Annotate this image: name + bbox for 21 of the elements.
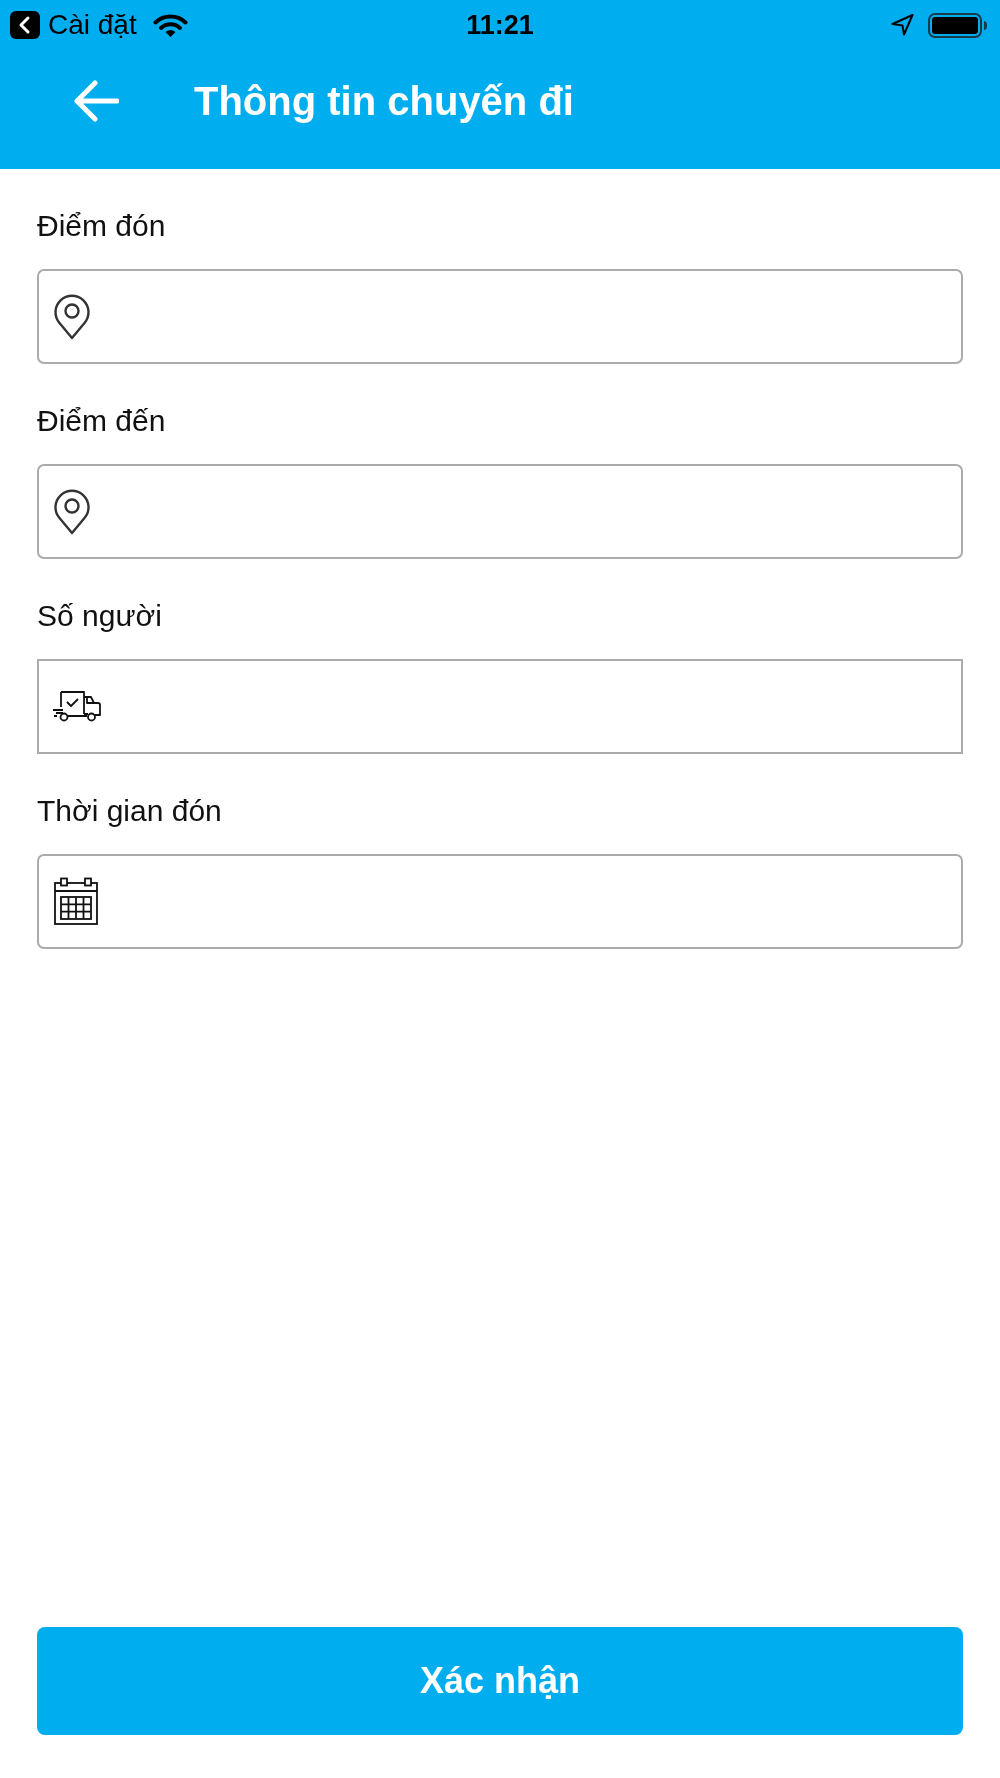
location-pin-icon xyxy=(53,293,91,340)
back-button[interactable] xyxy=(73,79,119,122)
input-field[interactable] xyxy=(37,464,963,559)
input-field[interactable] xyxy=(37,659,963,754)
location-pin-icon xyxy=(53,488,91,535)
battery-icon xyxy=(928,12,988,38)
truck-icon xyxy=(53,690,102,723)
input-field[interactable] xyxy=(37,269,963,364)
clock-time: 11:21 xyxy=(466,11,534,39)
chevron-tile-icon xyxy=(10,11,40,39)
field-label: Số người xyxy=(37,598,163,634)
wifi-icon xyxy=(152,13,188,37)
back-to-app-link[interactable]: Cài đặt xyxy=(10,11,137,39)
calendar-icon xyxy=(53,877,99,926)
field-label: Thời gian đón xyxy=(37,793,223,829)
location-arrow-icon xyxy=(891,14,914,36)
input-field[interactable] xyxy=(37,854,963,949)
field-label: Điểm đến xyxy=(37,403,167,439)
screen-title: Thông tin chuyến đi xyxy=(194,77,574,125)
field-label: Điểm đón xyxy=(37,208,167,244)
left-arrow-icon xyxy=(73,79,119,122)
